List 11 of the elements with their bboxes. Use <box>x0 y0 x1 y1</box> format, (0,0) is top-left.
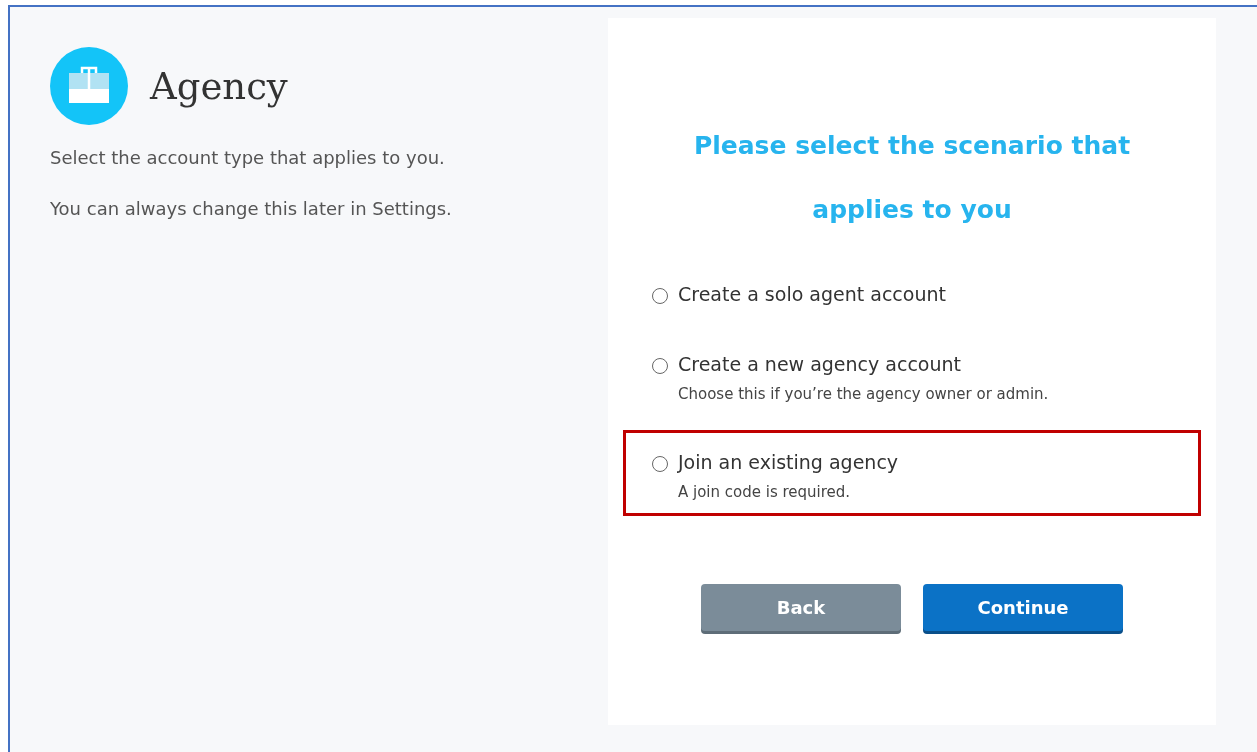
option-label[interactable]: Create a new agency account <box>678 353 1049 375</box>
option-note: A join code is required. <box>678 483 852 501</box>
option-label[interactable]: Join an existing agency <box>678 451 899 473</box>
intro-text: Select the account type that applies to you. <box>50 147 446 168</box>
option-label[interactable]: Create a solo agent account <box>678 283 946 305</box>
page-title: Agency <box>150 64 288 108</box>
panel-heading: Please select the scenario that applies to you <box>692 130 1132 226</box>
option-note: Choose this if you’re the agency owner or admin. <box>678 385 1049 403</box>
continue-button[interactable]: Continue <box>923 584 1123 631</box>
intro-text: You can always change this later in Settings. <box>50 198 453 219</box>
briefcase-icon <box>50 47 128 125</box>
